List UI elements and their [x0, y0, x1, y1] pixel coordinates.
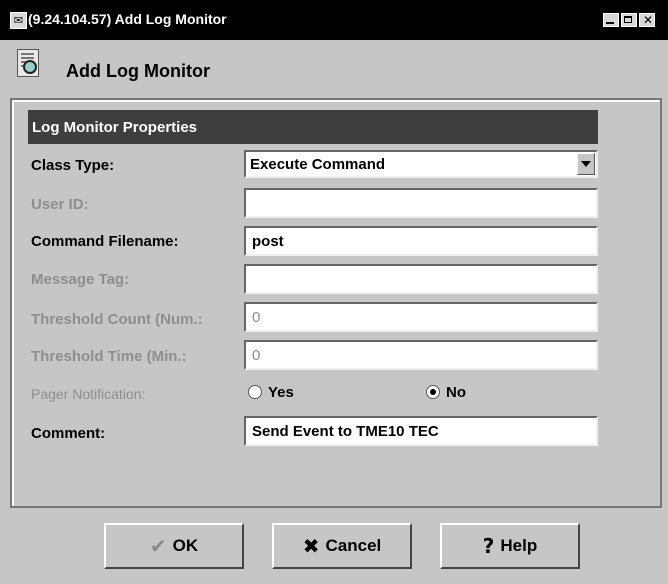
- maximize-icon: [624, 16, 632, 23]
- radio-unselected-icon: [248, 385, 262, 399]
- pager-yes-label: Yes: [268, 384, 294, 401]
- cancel-label: Cancel: [325, 536, 382, 555]
- pager-no-label: No: [446, 384, 466, 401]
- section-header: Log Monitor Properties: [28, 110, 598, 144]
- comment-input[interactable]: Send Event to TME10 TEC: [244, 416, 598, 446]
- cancel-button[interactable]: ✖ Cancel: [272, 523, 412, 569]
- comment-label: Comment:: [31, 425, 106, 442]
- radio-selected-icon: [426, 385, 440, 399]
- window-title: (9.24.104.57) Add Log Monitor: [28, 11, 227, 27]
- app-window-icon[interactable]: ✉: [10, 12, 27, 29]
- close-button[interactable]: ✕: [639, 13, 655, 27]
- maximize-button[interactable]: [621, 13, 637, 27]
- message-tag-input[interactable]: [244, 264, 598, 294]
- class-type-select[interactable]: Execute Command: [244, 150, 598, 178]
- user-id-label: User ID:: [31, 196, 89, 213]
- title-bar[interactable]: ✉ (9.24.104.57) Add Log Monitor ✕: [0, 0, 668, 40]
- help-button[interactable]: ? Help: [440, 523, 580, 569]
- class-type-value: Execute Command: [250, 156, 386, 173]
- cancel-x-icon: ✖: [302, 534, 320, 558]
- log-monitor-icon: [17, 49, 39, 77]
- section-title: Log Monitor Properties: [32, 119, 197, 136]
- threshold-time-input[interactable]: 0: [244, 340, 598, 370]
- dialog-title: Add Log Monitor: [66, 61, 210, 81]
- threshold-time-label: Threshold Time (Min.:: [31, 348, 187, 365]
- ok-label: OK: [172, 536, 199, 555]
- close-icon: ✕: [643, 13, 654, 27]
- help-label: Help: [500, 536, 538, 555]
- user-id-input[interactable]: [244, 188, 598, 218]
- help-question-icon: ?: [482, 534, 495, 558]
- message-tag-label: Message Tag:: [31, 271, 130, 288]
- class-type-label: Class Type:: [31, 157, 115, 174]
- command-filename-label: Command Filename:: [31, 233, 179, 250]
- pager-notification-label: Pager Notification:: [31, 386, 146, 402]
- checkmark-icon: ✔: [149, 534, 167, 558]
- ok-button[interactable]: ✔ OK: [104, 523, 244, 569]
- command-filename-input[interactable]: post: [244, 226, 598, 256]
- minimize-icon: [606, 22, 614, 24]
- minimize-button[interactable]: [603, 13, 619, 27]
- threshold-count-input[interactable]: 0: [244, 302, 598, 332]
- chevron-down-icon[interactable]: [577, 153, 595, 175]
- dialog-header: Add Log Monitor: [0, 40, 668, 96]
- threshold-count-label: Threshold Count (Num.:: [31, 311, 203, 328]
